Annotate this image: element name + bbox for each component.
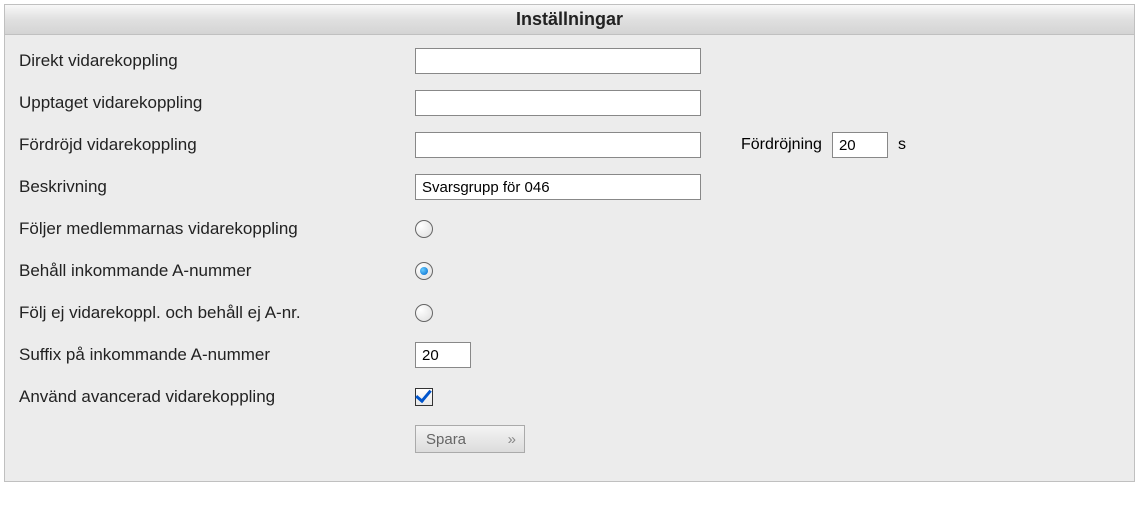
input-busy-forward[interactable]	[415, 90, 701, 116]
input-delay[interactable]	[832, 132, 888, 158]
delay-group: Fördröjning s	[741, 132, 906, 158]
input-delayed-forward[interactable]	[415, 132, 701, 158]
label-delay-unit: s	[898, 136, 906, 154]
panel-title: Inställningar	[5, 5, 1134, 35]
row-follow-members: Följer medlemmarnas vidarekoppling	[19, 215, 1120, 243]
row-delayed-forward: Fördröjd vidarekoppling Fördröjning s	[19, 131, 1120, 159]
radio-follow-members[interactable]	[415, 220, 433, 238]
input-description[interactable]	[415, 174, 701, 200]
row-suffix: Suffix på inkommande A-nummer	[19, 341, 1120, 369]
input-suffix[interactable]	[415, 342, 471, 368]
input-direct-forward[interactable]	[415, 48, 701, 74]
label-use-advanced: Använd avancerad vidarekoppling	[19, 387, 415, 407]
save-button[interactable]: Spara »	[415, 425, 525, 453]
panel-body: Direkt vidarekoppling Upptaget vidarekop…	[5, 35, 1134, 481]
row-keep-anumber: Behåll inkommande A-nummer	[19, 257, 1120, 285]
row-use-advanced: Använd avancerad vidarekoppling	[19, 383, 1120, 411]
row-save: Spara »	[19, 425, 1120, 453]
label-suffix: Suffix på inkommande A-nummer	[19, 345, 415, 365]
save-button-label: Spara	[426, 431, 466, 448]
row-description: Beskrivning	[19, 173, 1120, 201]
label-keep-anumber: Behåll inkommande A-nummer	[19, 261, 415, 281]
label-description: Beskrivning	[19, 177, 415, 197]
label-follow-members: Följer medlemmarnas vidarekoppling	[19, 219, 415, 239]
label-delayed-forward: Fördröjd vidarekoppling	[19, 135, 415, 155]
row-direct-forward: Direkt vidarekoppling	[19, 47, 1120, 75]
label-direct-forward: Direkt vidarekoppling	[19, 51, 415, 71]
label-delay: Fördröjning	[741, 136, 822, 154]
label-no-follow-no-keep: Följ ej vidarekoppl. och behåll ej A-nr.	[19, 303, 415, 323]
radio-no-follow-no-keep[interactable]	[415, 304, 433, 322]
chevron-right-icon: »	[508, 431, 514, 448]
row-no-follow-no-keep: Följ ej vidarekoppl. och behåll ej A-nr.	[19, 299, 1120, 327]
row-busy-forward: Upptaget vidarekoppling	[19, 89, 1120, 117]
label-busy-forward: Upptaget vidarekoppling	[19, 93, 415, 113]
checkbox-use-advanced[interactable]	[415, 388, 433, 406]
settings-panel: Inställningar Direkt vidarekoppling Uppt…	[4, 4, 1135, 482]
radio-keep-anumber[interactable]	[415, 262, 433, 280]
